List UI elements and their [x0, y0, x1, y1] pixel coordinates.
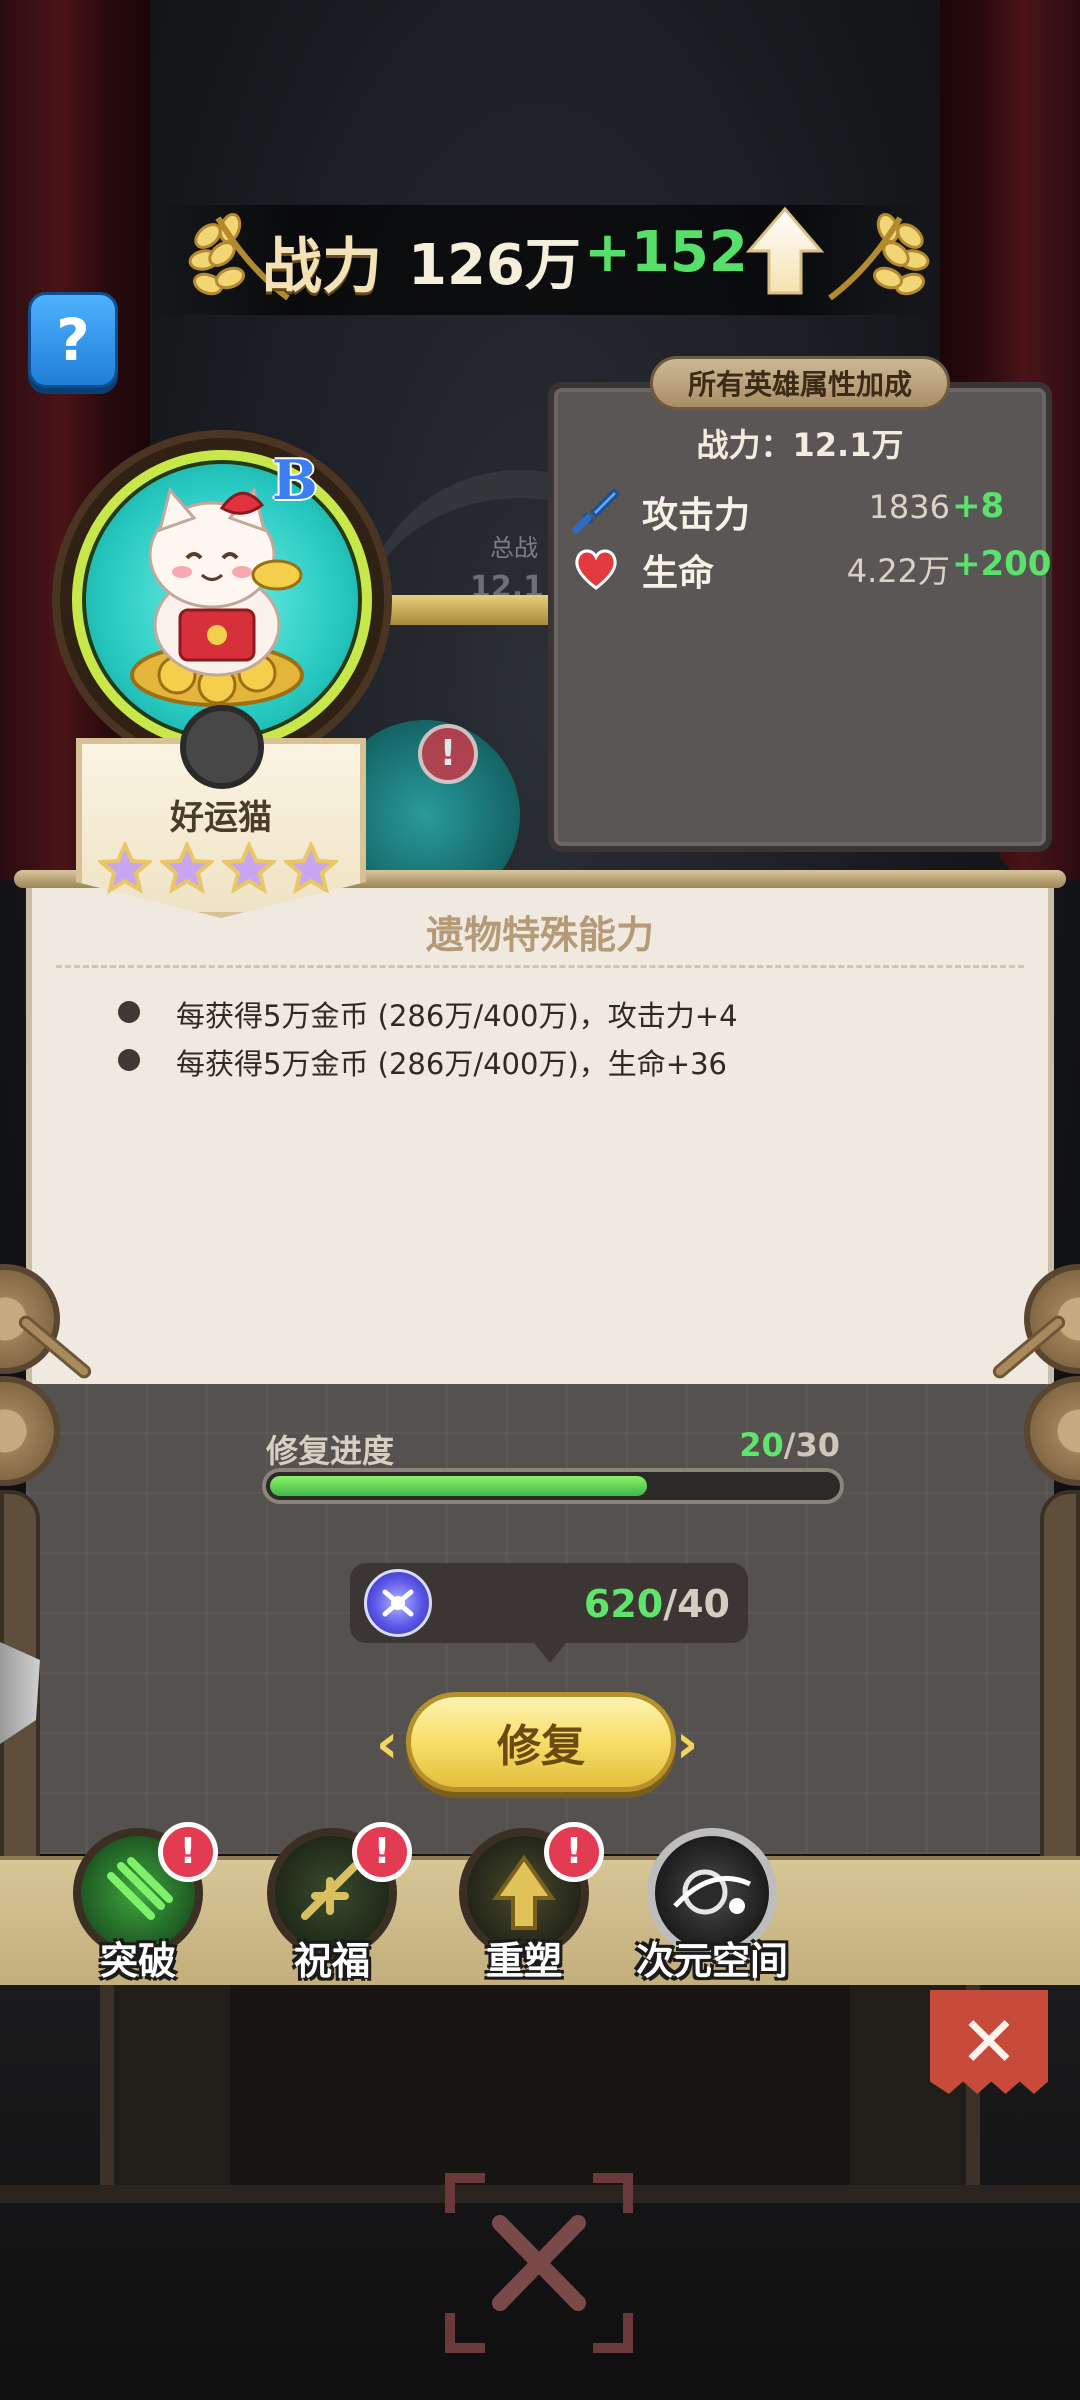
hero-stars-front — [98, 842, 348, 894]
background-alert-badge: ! — [418, 724, 478, 784]
prev-arrow-button[interactable]: ‹ — [376, 1712, 398, 1775]
repair-cost-text: 620/40 — [560, 1582, 730, 1626]
relic-ability-line: 每获得5万金币 (286万/400万)，攻击力+4 — [176, 999, 738, 1033]
hero-name-front: 好运猫 — [170, 798, 272, 838]
star-icon — [98, 842, 152, 894]
stat-value: 1836 — [868, 488, 950, 526]
close-button[interactable]: ✕ — [930, 1990, 1048, 2094]
tab-alert-badge: ! — [544, 1822, 604, 1882]
next-arrow-button[interactable]: › — [676, 1712, 698, 1775]
stat-name: 生命 — [642, 553, 715, 594]
star-icon — [222, 842, 276, 894]
stat-bonus: +200 — [952, 544, 1052, 584]
hero-slot-dot-front — [180, 705, 264, 789]
repair-progress-fill — [270, 1476, 647, 1496]
tab-label: 次元空间 — [635, 1939, 788, 1983]
side-pillar-right — [1040, 1490, 1080, 1860]
stage-door-inner — [230, 1985, 850, 2195]
stat-bonus: +8 — [952, 486, 1005, 526]
help-label: ? — [56, 306, 90, 374]
repair-progress-total: /30 — [783, 1426, 840, 1464]
bullet-icon — [118, 1049, 140, 1071]
repair-button-label: 修复 — [497, 1721, 585, 1772]
heart-icon — [575, 549, 617, 590]
relic-title: 遗物特殊能力 — [425, 913, 654, 957]
power-delta: +152 — [584, 220, 748, 285]
repair-material-icon — [364, 1569, 432, 1637]
tab-label: 祝福 — [293, 1939, 370, 1983]
repair-progress-current: 20 — [739, 1426, 784, 1464]
laurel-right-icon — [828, 212, 930, 301]
repair-progress-count: 20/30 — [700, 1426, 840, 1464]
power-label: 战力 — [262, 232, 382, 302]
stat-row-health: 生命 4.22万 +200 — [570, 540, 1051, 596]
stat-name: 攻击力 — [642, 495, 751, 536]
stat-row-attack: 攻击力 1836 +8 — [570, 482, 1030, 538]
tab-alert-badge: ! — [352, 1822, 412, 1882]
repair-progress-label: 修复进度 — [266, 1432, 395, 1470]
tab-label: 重塑 — [485, 1939, 562, 1983]
power-value: 126万 — [408, 233, 581, 298]
stats-panel-power: 战力：12.1万 — [696, 426, 904, 464]
close-icon: ✕ — [959, 2001, 1019, 2083]
relic-ability-panel — [26, 886, 1054, 1384]
repair-cost-have: 620 — [583, 1582, 664, 1626]
sword-icon — [572, 487, 621, 534]
star-icon — [284, 842, 338, 894]
help-button[interactable]: ? — [28, 292, 118, 388]
stat-value: 4.22万 — [846, 552, 950, 590]
repair-cost-need: /40 — [663, 1582, 730, 1626]
background-gold-bar — [380, 595, 550, 625]
power-up-arrow-icon — [745, 206, 825, 295]
close-frame-icon[interactable] — [440, 2168, 638, 2358]
tab-label: 突破 — [99, 1939, 176, 1983]
star-icon — [160, 842, 214, 894]
rarity-badge: B — [272, 448, 318, 512]
tab-blessing[interactable]: ! 祝福 — [262, 1822, 412, 1988]
relic-ability-line: 每获得5万金币 (286万/400万)，生命+36 — [176, 1047, 727, 1081]
tab-breakthrough[interactable]: ! 突破 — [68, 1822, 218, 1988]
repair-button[interactable]: 修复 — [406, 1692, 676, 1792]
tab-reshape[interactable]: ! 重塑 — [454, 1822, 604, 1988]
relic-divider — [56, 965, 1024, 968]
bullet-icon — [118, 1001, 140, 1023]
tab-dimension-space[interactable]: 次元空间 — [636, 1828, 788, 1988]
background-total-power-label: 总战 — [490, 534, 538, 562]
lucky-cat-icon — [130, 486, 304, 707]
tab-alert-badge: ! — [158, 1822, 218, 1882]
material-glyph-icon — [382, 1589, 414, 1617]
repair-cost-pointer — [534, 1643, 566, 1663]
stats-panel-title: 所有英雄属性加成 — [650, 356, 950, 410]
